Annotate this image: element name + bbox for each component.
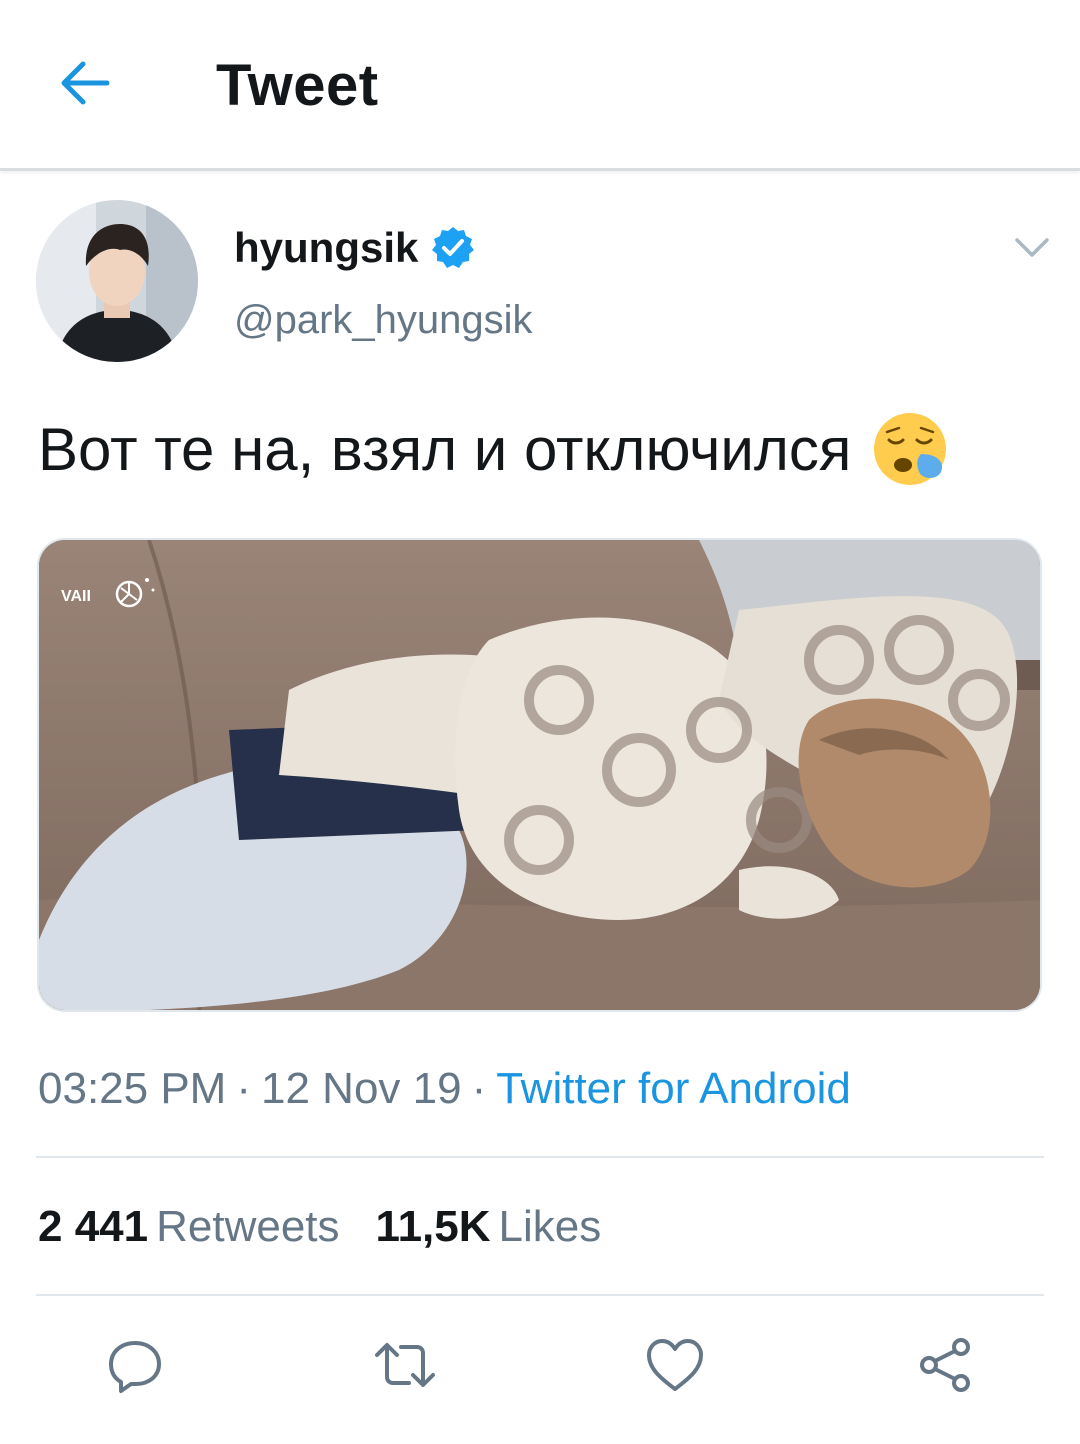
sleeping-person-image xyxy=(39,540,1040,1010)
verified-badge-icon xyxy=(432,227,475,268)
retweets-label: Retweets xyxy=(156,1202,340,1251)
likes-label: Likes xyxy=(498,1202,602,1251)
avatar-image xyxy=(36,200,198,362)
page-title: Tweet xyxy=(216,53,379,118)
share-icon xyxy=(920,1338,970,1392)
share-button[interactable] xyxy=(910,1330,980,1400)
likes-stat[interactable]: 11,5K Likes xyxy=(376,1202,602,1252)
meta-separator: · xyxy=(471,1064,487,1113)
tweet-media-photo[interactable]: VAII xyxy=(37,538,1042,1012)
tweet-text: Вот те на, взял и отключился xyxy=(38,410,949,488)
sleepy-face-emoji-icon xyxy=(874,413,947,485)
like-button[interactable] xyxy=(640,1330,710,1400)
more-options-button[interactable] xyxy=(1010,226,1054,270)
display-name: hyungsik xyxy=(234,224,419,271)
tweet-text-content: Вот те на, взял и отключился xyxy=(38,415,852,483)
media-watermark: VAII xyxy=(61,588,91,605)
author-name-row[interactable]: hyungsik xyxy=(234,222,476,274)
divider xyxy=(36,1156,1044,1158)
tweet-time: 03:25 PM xyxy=(38,1064,227,1113)
meta-separator: · xyxy=(236,1064,251,1113)
retweet-button[interactable] xyxy=(370,1330,440,1400)
top-app-bar: Tweet xyxy=(0,0,1080,171)
likes-count: 11,5K xyxy=(375,1202,491,1251)
author-handle[interactable]: @park_hyungsik xyxy=(234,298,533,343)
back-button[interactable] xyxy=(52,50,118,116)
tweet-date: 12 Nov 19 xyxy=(261,1064,462,1113)
tweet-actions-bar xyxy=(0,1330,1080,1400)
engagement-stats: 2 441 Retweets 11,5K Likes xyxy=(38,1202,637,1252)
tweet-source-link[interactable]: Twitter for Android xyxy=(496,1064,851,1113)
avatar[interactable] xyxy=(36,200,198,362)
reply-button[interactable] xyxy=(100,1330,170,1400)
retweets-stat[interactable]: 2 441 Retweets xyxy=(38,1202,340,1252)
chevron-down-icon xyxy=(1015,238,1049,257)
heart-icon xyxy=(647,1339,703,1391)
retweet-icon xyxy=(375,1343,435,1387)
arrow-left-icon xyxy=(61,61,110,105)
tweet-metadata: 03:25 PM · 12 Nov 19 · Twitter for Android xyxy=(38,1064,851,1114)
retweets-count: 2 441 xyxy=(38,1202,149,1251)
reply-icon xyxy=(109,1341,161,1393)
watermark-logo-icon xyxy=(115,578,155,608)
tweet-detail-screen: Tweet hyungsik @park_hyungsik Вот те на,… xyxy=(0,0,1080,1444)
divider xyxy=(36,1294,1044,1296)
